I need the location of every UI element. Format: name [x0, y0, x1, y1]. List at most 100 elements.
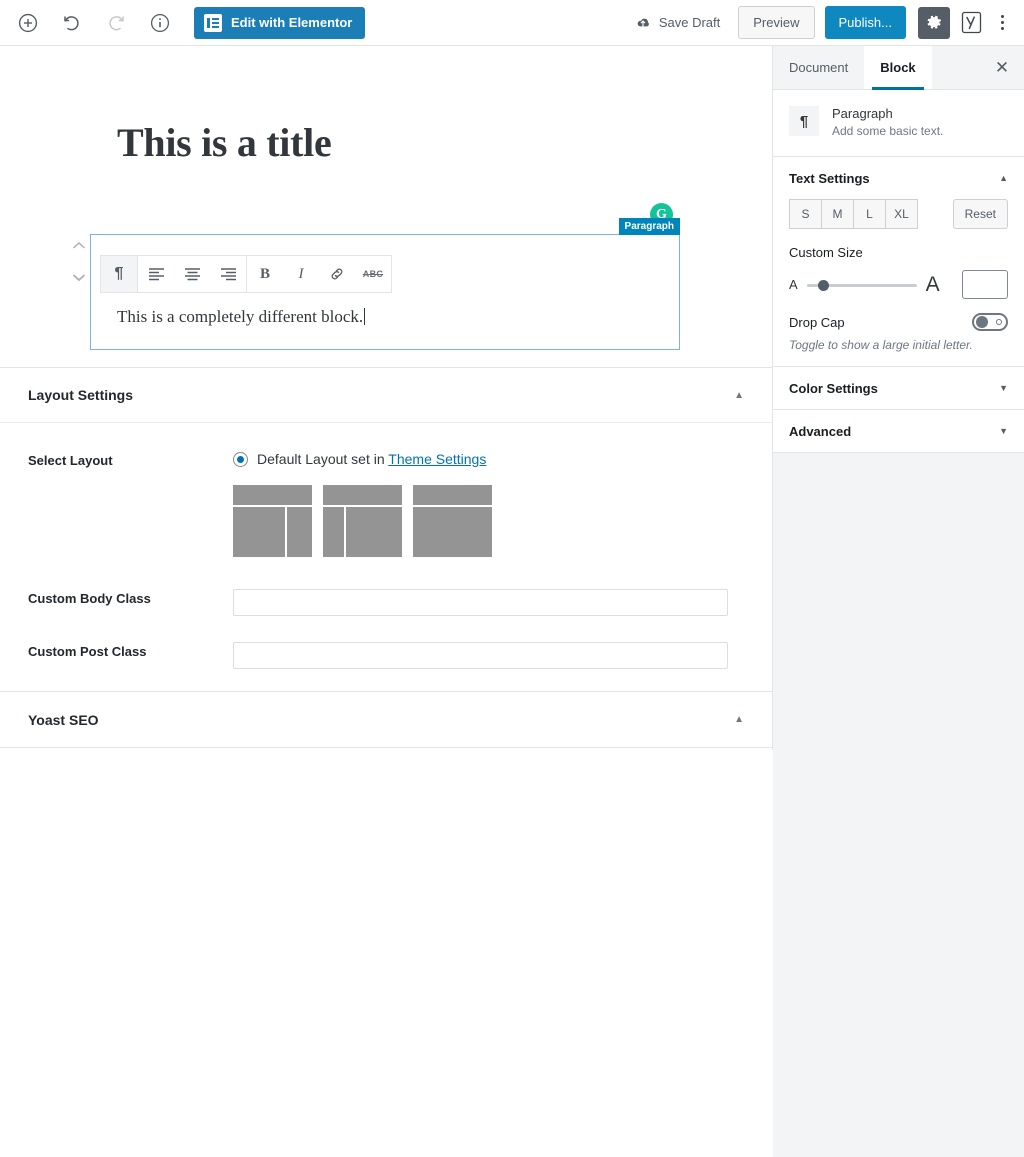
align-center-button[interactable]: [174, 256, 210, 292]
font-size-s-button[interactable]: S: [789, 199, 822, 229]
custom-size-input[interactable]: [962, 270, 1008, 299]
close-sidebar-icon[interactable]: ✕: [980, 46, 1024, 89]
default-layout-text: Default Layout set in Theme Settings: [257, 451, 486, 467]
gear-icon: [927, 15, 941, 29]
caret-down-icon[interactable]: ▼: [999, 426, 1008, 436]
caret-up-icon[interactable]: ▲: [734, 390, 744, 401]
layout-settings-title: Layout Settings: [28, 387, 134, 403]
post-title[interactable]: This is a title: [117, 119, 332, 166]
drop-cap-label: Drop Cap: [789, 314, 845, 330]
settings-gear-button[interactable]: [918, 6, 950, 39]
edit-with-elementor-label: Edit with Elementor: [231, 15, 353, 30]
chevron-up-icon[interactable]: [72, 238, 86, 254]
block-info-text: Paragraph Add some basic text.: [832, 106, 943, 138]
yoast-seo-metabox: Yoast SEO ▲: [0, 692, 772, 748]
editor-main-column: This is a title G Paragraph This is a co…: [0, 46, 773, 750]
font-size-button-group: S M L XL: [789, 199, 918, 229]
text-settings-body: S M L XL Reset Custom Size A A Drop Cap: [773, 199, 1024, 366]
font-size-l-button[interactable]: L: [853, 199, 886, 229]
reset-font-size-button[interactable]: Reset: [952, 199, 1008, 229]
custom-size-slider-row: A A: [789, 270, 1008, 299]
redo-icon[interactable]: [98, 5, 134, 41]
align-left-button[interactable]: [138, 256, 174, 292]
paragraph-text: This is a completely different block.: [117, 307, 364, 326]
text-settings-title: Text Settings: [789, 170, 870, 186]
yoast-seo-title: Yoast SEO: [28, 711, 99, 728]
layout-thumb-right-sidebar[interactable]: [233, 485, 312, 557]
more-options-button[interactable]: [988, 7, 1016, 39]
font-size-m-button[interactable]: M: [821, 199, 854, 229]
block-type-paragraph-button[interactable]: ¶: [101, 256, 137, 292]
layout-thumbnails: [233, 485, 492, 557]
custom-post-class-row: Custom Post Class: [28, 642, 744, 669]
info-circle-icon[interactable]: [142, 5, 178, 41]
toolbar-group-blocktype: ¶: [101, 256, 138, 292]
small-a-label: A: [789, 277, 798, 292]
drop-cap-help-text: Toggle to show a large initial letter.: [789, 338, 973, 352]
block-movers: [72, 238, 86, 286]
paragraph-block-content[interactable]: This is a completely different block.: [117, 307, 366, 327]
custom-post-class-label: Custom Post Class: [28, 644, 147, 659]
custom-post-class-input[interactable]: [233, 642, 728, 669]
select-layout-row: Select Layout Default Layout set in Them…: [28, 451, 744, 557]
advanced-panel: Advanced ▼: [773, 410, 1024, 453]
custom-body-class-input[interactable]: [233, 589, 728, 616]
align-right-button[interactable]: [210, 256, 246, 292]
default-layout-radio-row[interactable]: Default Layout set in Theme Settings: [233, 451, 492, 467]
preview-button[interactable]: Preview: [738, 6, 815, 39]
pilcrow-icon: ¶: [789, 106, 819, 136]
bold-button[interactable]: B: [247, 256, 283, 292]
custom-body-class-label: Custom Body Class: [28, 591, 151, 606]
link-button[interactable]: [319, 256, 355, 292]
yoast-seo-icon: [961, 11, 981, 34]
block-type-label: Paragraph: [618, 218, 680, 235]
color-settings-header[interactable]: Color Settings ▼: [773, 367, 1024, 409]
caret-up-icon[interactable]: ▲: [999, 173, 1008, 183]
layout-settings-metabox: Layout Settings ▲ Select Layout Default …: [0, 368, 772, 692]
large-a-label: A: [925, 272, 940, 296]
sidebar-tabs: Document Block ✕: [773, 46, 1024, 90]
drop-cap-toggle[interactable]: [972, 313, 1008, 331]
save-draft-label: Save Draft: [658, 15, 721, 30]
yoast-seo-button[interactable]: [956, 7, 986, 39]
block-info-card: ¶ Paragraph Add some basic text.: [773, 90, 1024, 157]
paragraph-block-wrapper: Paragraph This is a completely different…: [72, 218, 680, 350]
tab-document[interactable]: Document: [773, 46, 864, 89]
add-block-icon[interactable]: [10, 5, 46, 41]
save-draft-button[interactable]: Save Draft: [622, 6, 732, 39]
align-right-icon: [220, 268, 236, 281]
custom-size-label: Custom Size: [789, 245, 863, 260]
edit-with-elementor-button[interactable]: Edit with Elementor: [194, 6, 366, 39]
color-settings-panel: Color Settings ▼: [773, 367, 1024, 410]
default-layout-prefix: Default Layout set in: [257, 451, 389, 467]
chevron-down-icon[interactable]: [72, 270, 86, 286]
layout-thumb-left-sidebar[interactable]: [323, 485, 402, 557]
caret-up-icon[interactable]: ▲: [734, 714, 744, 725]
theme-settings-link[interactable]: Theme Settings: [388, 451, 486, 467]
tab-block[interactable]: Block: [864, 46, 932, 90]
editor-top-bar: Edit with Elementor Save Draft Preview P…: [0, 0, 1024, 46]
strikethrough-button[interactable]: ABC: [355, 256, 391, 292]
publish-button[interactable]: Publish...: [824, 6, 906, 39]
top-bar-right-group: Save Draft Preview Publish...: [622, 6, 1024, 39]
block-format-toolbar: ¶ B I ABC: [100, 255, 392, 293]
align-left-icon: [148, 268, 164, 281]
slider-knob[interactable]: [817, 279, 829, 291]
cloud-upload-icon: [637, 18, 649, 27]
yoast-seo-header[interactable]: Yoast SEO ▲: [0, 692, 772, 747]
text-settings-header[interactable]: Text Settings ▲: [773, 157, 1024, 199]
layout-settings-header[interactable]: Layout Settings ▲: [0, 368, 772, 423]
default-layout-radio[interactable]: [233, 451, 248, 467]
advanced-header[interactable]: Advanced ▼: [773, 410, 1024, 452]
font-size-xl-button[interactable]: XL: [885, 199, 918, 229]
elementor-logo-icon: [204, 13, 222, 32]
text-settings-panel: Text Settings ▲ S M L XL Reset Custom Si…: [773, 157, 1024, 367]
toolbar-group-formatting: B I ABC: [247, 256, 391, 292]
caret-down-icon[interactable]: ▼: [999, 383, 1008, 393]
undo-icon[interactable]: [54, 5, 90, 41]
italic-button[interactable]: I: [283, 256, 319, 292]
layout-thumb-full-width[interactable]: [413, 485, 492, 557]
custom-size-slider[interactable]: [806, 278, 917, 292]
link-icon: [331, 268, 343, 280]
toolbar-group-alignment: [138, 256, 247, 292]
